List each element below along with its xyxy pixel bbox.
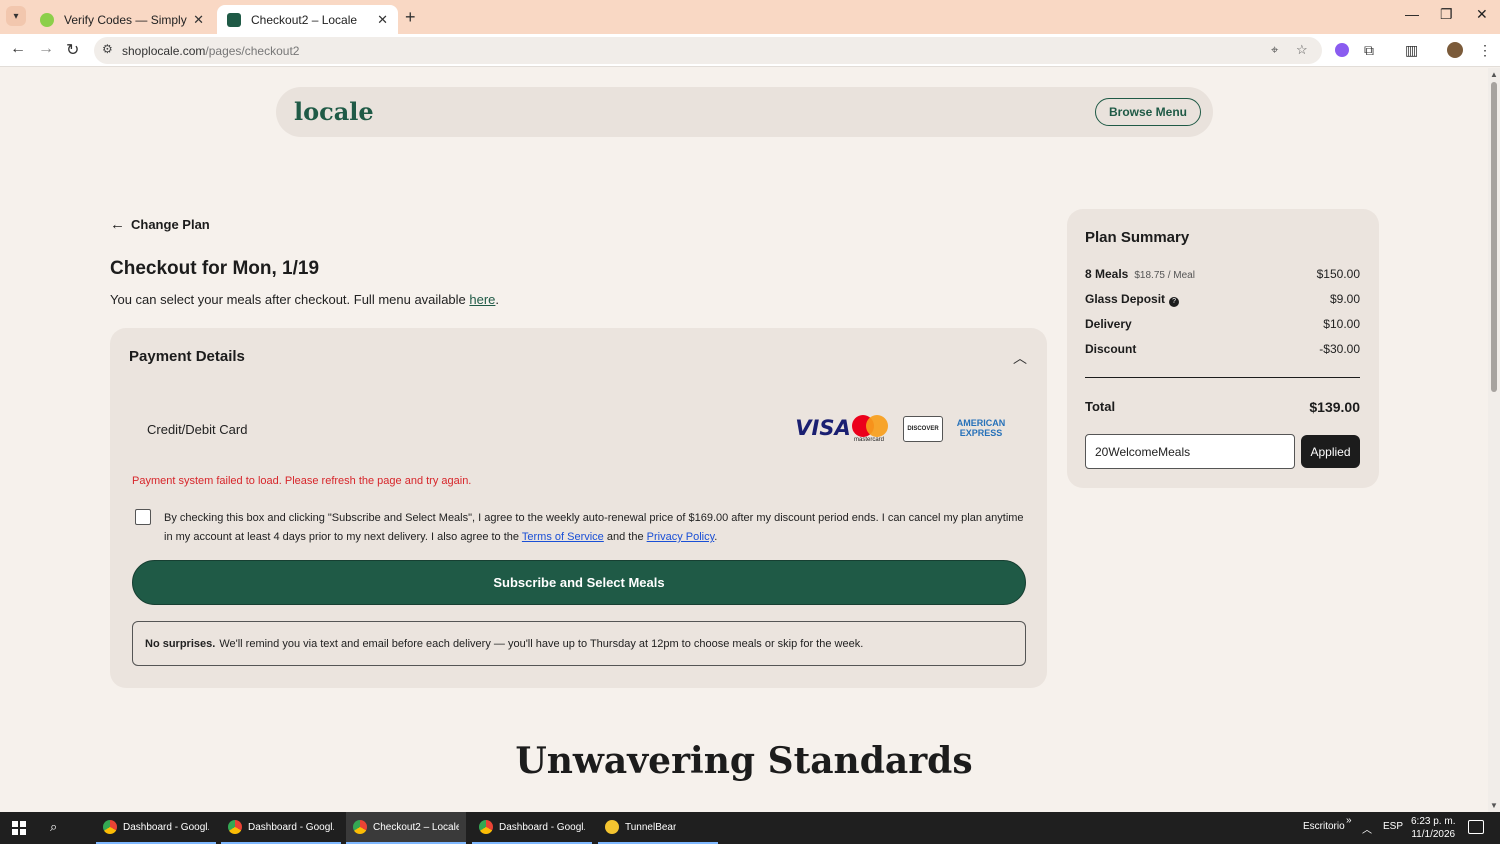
scroll-thumb[interactable] [1491,82,1497,392]
credit-card-label: Credit/Debit Card [147,422,248,437]
summary-divider [1085,377,1360,378]
windows-start-icon[interactable] [12,821,26,835]
plan-summary-card: Plan Summary 8 Meals $18.75 / Meal $150.… [1067,209,1379,488]
reading-list-icon[interactable]: ▥ [1405,42,1418,59]
browse-menu-button[interactable]: Browse Menu [1094,98,1201,126]
section-heading: Unwavering Standards [515,740,973,782]
visa-logo: VISA [795,416,851,440]
system-clock[interactable]: 6:23 p. m. 11/1/2026 [1411,815,1455,841]
chrome-icon [479,820,493,834]
tab-bar: ▾ Verify Codes — SimplyCodes ✕ Checkout2… [0,0,1500,34]
scroll-up-icon[interactable]: ▲ [1490,70,1498,79]
tray-chevron-up-icon[interactable]: ︿ [1362,821,1372,836]
summary-row-glass-deposit: Glass Deposit ? $9.00 [1085,292,1360,307]
chrome-icon [103,820,117,834]
location-pin-icon[interactable]: ⌖ [1271,42,1278,58]
scroll-down-icon[interactable]: ▼ [1490,801,1498,810]
restore-icon[interactable]: ❐ [1440,6,1453,23]
taskbar-item-dashboard[interactable]: Dashboard - Googl... [472,812,592,844]
back-arrow-icon[interactable]: ← [10,40,26,58]
url-text[interactable]: shoplocale.com/pages/checkout2 [122,44,299,58]
forward-arrow-icon[interactable]: → [38,40,54,58]
agree-text: By checking this box and clicking "Subsc… [164,512,1024,543]
discover-logo: DISCOVER [903,416,943,442]
taskbar-item-tunnelbear[interactable]: TunnelBear [598,812,718,844]
promo-applied-button[interactable]: Applied [1301,435,1360,468]
minimize-icon[interactable]: — [1405,6,1419,22]
extension-icon[interactable] [1335,43,1349,57]
toolbar-expand-icon[interactable]: » [1346,815,1352,826]
full-menu-link[interactable]: here [469,292,495,307]
language-indicator[interactable]: ESP [1383,821,1403,832]
chrome-icon [353,820,367,834]
site-settings-icon[interactable]: ⚙ [102,42,113,56]
promo-code-input[interactable] [1085,434,1295,469]
taskbar: ⌕ Dashboard - Googl... Dashboard - Googl… [0,812,1500,844]
desktop-toolbar-label[interactable]: Escritorio [1303,821,1345,832]
chrome-icon [228,820,242,834]
terms-of-service-link[interactable]: Terms of Service [522,531,604,543]
payment-error-message: Payment system failed to load. Please re… [132,475,472,487]
checkout-subtitle: You can select your meals after checkout… [110,292,500,307]
browser-toolbar: ← → ↻ ⚙ shoplocale.com/pages/checkout2 ⌖… [0,34,1500,67]
tab-title: Verify Codes — SimplyCodes [64,12,187,27]
mastercard-logo: mastercard [852,412,894,444]
change-plan-link[interactable]: ← Change Plan [110,216,210,233]
taskbar-item-dashboard[interactable]: Dashboard - Googl... [96,812,216,844]
extensions-puzzle-icon[interactable]: ⧉ [1364,42,1374,59]
no-surprises-notice: No surprises. We'll remind you via text a… [132,621,1026,666]
subscribe-button[interactable]: Subscribe and Select Meals [132,560,1026,605]
taskbar-item-dashboard[interactable]: Dashboard - Googl... [221,812,341,844]
site-header: locale Browse Menu [276,87,1213,137]
tab-title: Checkout2 – Locale [251,12,358,27]
tab-close-icon[interactable]: ✕ [377,12,388,28]
bookmark-star-icon[interactable]: ☆ [1296,42,1308,58]
locale-favicon-icon [227,12,241,27]
tab-checkout[interactable]: Checkout2 – Locale ✕ [217,5,398,34]
arrow-left-icon: ← [110,216,125,233]
payment-details-card: Payment Details ︿ Credit/Debit Card VISA… [110,328,1047,688]
tab-close-icon[interactable]: ✕ [193,12,204,28]
summary-row-meals: 8 Meals $18.75 / Meal $150.00 [1085,267,1360,281]
page-content: locale Browse Menu ← Change Plan Checkou… [0,68,1488,812]
summary-total: Total $139.00 [1085,399,1360,415]
payment-details-title: Payment Details [129,348,245,365]
change-plan-label: Change Plan [131,217,210,232]
tab-simplycodes[interactable]: Verify Codes — SimplyCodes ✕ [30,5,214,34]
agree-checkbox[interactable] [135,509,151,525]
taskbar-item-checkout[interactable]: Checkout2 – Locale... [346,812,466,844]
privacy-policy-link[interactable]: Privacy Policy [647,531,715,543]
browser-menu-icon[interactable]: ⋮ [1478,42,1492,59]
summary-row-delivery: Delivery $10.00 [1085,317,1360,331]
simplycodes-favicon-icon [40,12,54,27]
tab-search-chevron-icon[interactable]: ▾ [6,6,26,26]
search-icon[interactable]: ⌕ [50,819,57,835]
notifications-icon[interactable] [1468,820,1484,834]
tunnelbear-icon [605,820,619,834]
reload-icon[interactable]: ↻ [66,40,79,60]
close-window-icon[interactable]: ✕ [1476,6,1488,23]
info-icon[interactable]: ? [1169,297,1180,307]
checkout-title: Checkout for Mon, 1/19 [110,258,320,279]
summary-row-discount: Discount -$30.00 [1085,342,1360,356]
locale-logo[interactable]: locale [294,97,374,126]
new-tab-plus-icon[interactable]: + [405,7,416,28]
amex-logo: AMERICAN EXPRESS [956,418,1006,438]
chevron-up-icon[interactable]: ︿ [1013,348,1027,368]
address-bar[interactable]: ⚙ shoplocale.com/pages/checkout2 ⌖ ☆ [94,37,1322,64]
page-scrollbar[interactable]: ▲ ▼ [1488,68,1500,812]
profile-avatar[interactable] [1447,42,1463,58]
plan-summary-title: Plan Summary [1085,229,1190,246]
